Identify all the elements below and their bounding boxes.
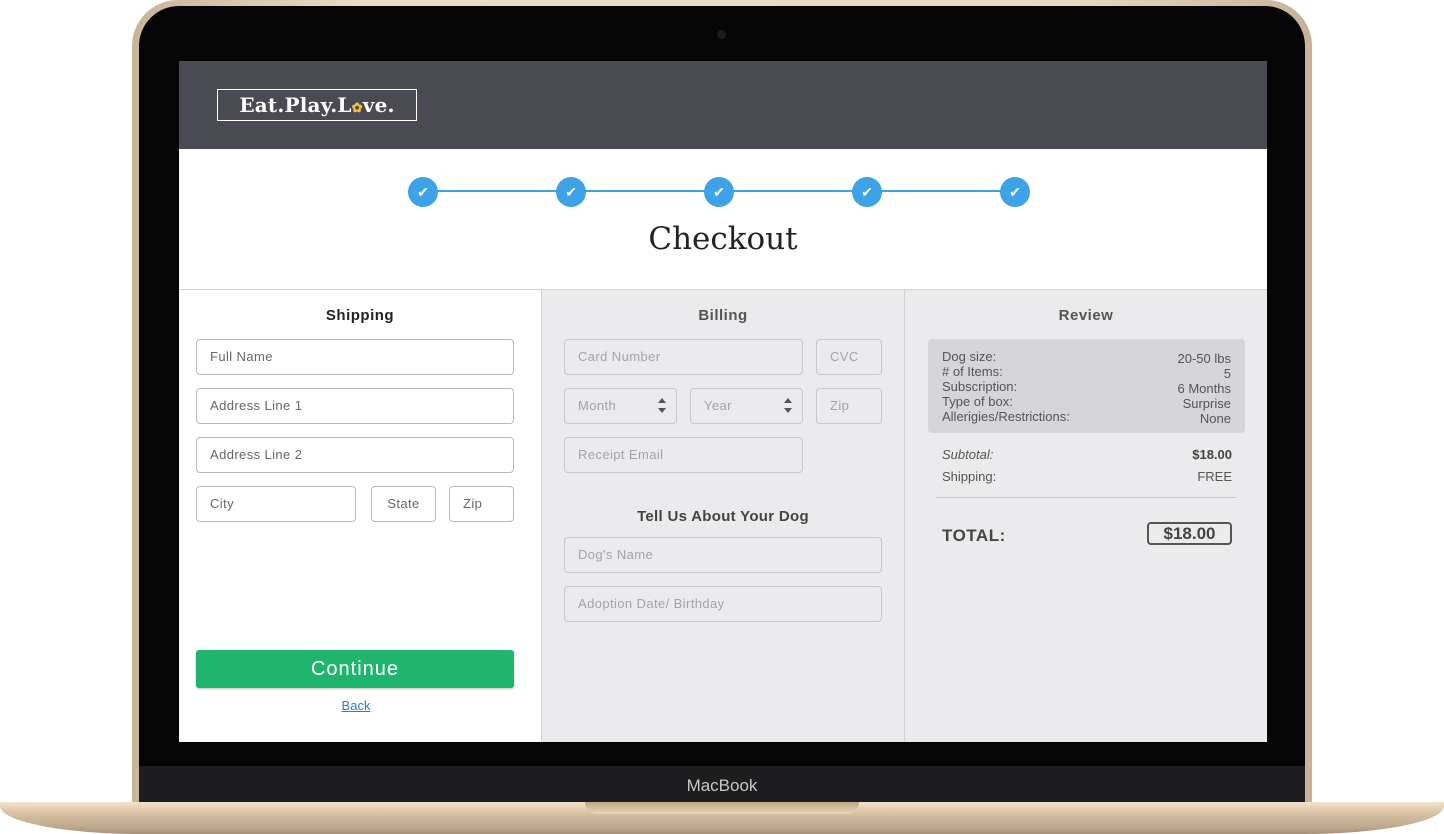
- step-4-check-icon[interactable]: ✔: [852, 177, 882, 207]
- summary-row: Type of box: Surprise: [942, 394, 1231, 411]
- review-column: Review Dog size: 20-50 lbs # of Items: 5 S…: [905, 290, 1267, 742]
- receipt-email-input[interactable]: Receipt Email: [564, 437, 803, 473]
- shipping-heading: Shipping: [325, 307, 395, 324]
- app-screen: Eat.Play.L✿ve. ✔ ✔ ✔ ✔ ✔ Checkout Shippi…: [179, 61, 1267, 742]
- continue-button[interactable]: Continue: [196, 650, 514, 688]
- summary-row: Dog size: 20-50 lbs: [942, 349, 1231, 366]
- shipping-column: Shipping Full Name Address Line 1 Addres…: [179, 290, 542, 742]
- bezel-chin: MacBook: [139, 766, 1305, 806]
- step-1-check-icon[interactable]: ✔: [408, 177, 438, 207]
- city-input[interactable]: City: [196, 486, 356, 522]
- step-3-check-icon[interactable]: ✔: [704, 177, 734, 207]
- year-select[interactable]: Year: [690, 388, 803, 424]
- page-title: Checkout: [648, 221, 798, 257]
- laptop-notch: [585, 802, 859, 814]
- site-logo[interactable]: Eat.Play.L✿ve.: [217, 89, 417, 121]
- billing-zip-input[interactable]: Zip: [816, 388, 882, 424]
- billing-heading: Billing: [698, 307, 748, 324]
- device-brand: MacBook: [686, 776, 758, 795]
- back-link[interactable]: Back: [179, 698, 533, 713]
- state-input[interactable]: State: [371, 486, 436, 522]
- select-arrows-icon: [784, 398, 792, 414]
- adoption-date-input[interactable]: Adoption Date/ Birthday: [564, 586, 882, 622]
- dog-info-heading: Tell Us About Your Dog: [637, 508, 809, 525]
- total-amount-badge: $18.00: [1147, 522, 1232, 545]
- select-arrows-icon: [658, 398, 666, 414]
- order-summary-box: Dog size: 20-50 lbs # of Items: 5 Subscrip…: [928, 339, 1245, 433]
- camera-dot: [717, 30, 726, 39]
- step-2-check-icon[interactable]: ✔: [556, 177, 586, 207]
- paw-icon: ✿: [351, 101, 363, 116]
- total-label: TOTAL:: [942, 526, 1006, 545]
- address-line-1-input[interactable]: Address Line 1: [196, 388, 514, 424]
- step-5-check-icon[interactable]: ✔: [1000, 177, 1030, 207]
- dog-name-input[interactable]: Dog's Name: [564, 537, 882, 573]
- full-name-input[interactable]: Full Name: [196, 339, 514, 375]
- billing-column: Billing Card Number CVC Month Year Zip R…: [542, 290, 905, 742]
- checkout-columns: Shipping Full Name Address Line 1 Addres…: [179, 289, 1267, 742]
- summary-divider: [936, 497, 1236, 498]
- site-header: Eat.Play.L✿ve.: [179, 61, 1267, 149]
- card-number-input[interactable]: Card Number: [564, 339, 803, 375]
- summary-row: # of Items: 5: [942, 364, 1231, 381]
- summary-row: Subscription: 6 Months: [942, 379, 1231, 396]
- cvc-input[interactable]: CVC: [816, 339, 882, 375]
- progress-stepper: ✔ ✔ ✔ ✔ ✔: [408, 177, 1037, 207]
- month-select[interactable]: Month: [564, 388, 677, 424]
- address-line-2-input[interactable]: Address Line 2: [196, 437, 514, 473]
- shipping-zip-input[interactable]: Zip: [449, 486, 514, 522]
- summary-row: Allerigies/Restrictions: None: [942, 409, 1231, 426]
- review-heading: Review: [1058, 307, 1114, 324]
